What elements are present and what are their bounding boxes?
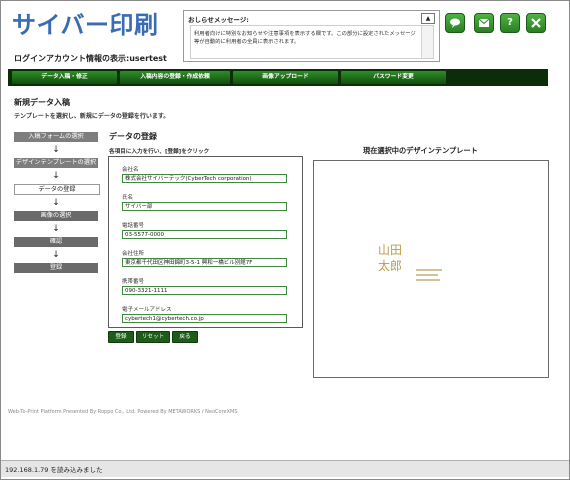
company-address-label: 会社住所 <box>122 251 145 257</box>
template-preview: 山田 太郎 <box>313 160 549 378</box>
notice-message-box: 利用者向けに特別なお知らせや注意事項を表示する欄です。この部分に設定されたメッセ… <box>190 25 434 59</box>
notice-message: 利用者向けに特別なお知らせや注意事項を表示する欄です。この部分に設定されたメッセ… <box>194 31 416 45</box>
step-image-select: 画像の選択 <box>14 211 98 221</box>
notice-panel: おしらせメッセージ: ▲ 利用者向けに特別なお知らせや注意事項を表示する欄です。… <box>183 10 440 62</box>
email-label: 電子メールアドレス <box>122 307 172 313</box>
step-finish: 登録 <box>14 263 98 273</box>
card-detail-lines <box>416 279 440 281</box>
step-confirm: 確認 <box>14 237 98 247</box>
status-bar: 192.168.1.79 を読み込みました <box>1 460 569 477</box>
svg-text:太郎: 太郎 <box>378 258 402 273</box>
phone-field[interactable]: 03-5577-0000 <box>122 230 287 239</box>
svg-text:山田: 山田 <box>378 243 402 257</box>
card-detail-lines <box>416 269 442 271</box>
mobile-label: 携帯番号 <box>122 279 145 285</box>
account-info: ログインアカウント情報の表示:usertest <box>14 54 167 63</box>
company-address-field[interactable]: 東京都千代田区神田錦町3-5-1 興和一橋ビル別館7F <box>122 258 287 267</box>
submit-button[interactable]: 登録 <box>108 331 134 343</box>
company-name-label: 会社名 <box>122 167 139 173</box>
page-description: テンプレートを選択し、新規にデータの登録を行います。 <box>14 113 170 120</box>
data-entry-form: 会社名 株式会社サイバーテック(CyberTech corporation) 氏… <box>108 156 303 328</box>
person-name-label: 氏名 <box>122 195 134 201</box>
step-data-register: データの登録 <box>14 184 100 195</box>
mobile-field[interactable]: 090-3321-1111 <box>122 286 287 295</box>
back-button[interactable]: 戻る <box>172 331 198 343</box>
preview-title: 現在選択中のデザインテンプレート <box>363 146 478 155</box>
help-icon[interactable]: ? <box>500 13 520 33</box>
business-card-graphic: 山田 太郎 <box>374 238 404 278</box>
form-title: データの登録 <box>109 132 157 141</box>
card-detail-lines <box>416 274 438 276</box>
chat-icon[interactable] <box>445 13 465 33</box>
step-arrow: ↓ <box>52 224 60 234</box>
page-title: 新規データ入稿 <box>14 98 70 107</box>
step-arrow: ↓ <box>52 145 60 155</box>
status-text: 192.168.1.79 を読み込みました <box>5 466 103 474</box>
phone-label: 電話番号 <box>122 223 145 229</box>
footer-credit: Web-To-Print Platform Presented By Roppo… <box>8 409 238 415</box>
notice-title: おしらせメッセージ: <box>188 16 249 24</box>
nav-register-request[interactable]: 入稿内容の登録・作成依頼 <box>120 71 230 84</box>
close-icon[interactable] <box>526 13 546 33</box>
nav-password-change[interactable]: パスワード変更 <box>341 71 446 84</box>
header: サイバー印刷 ログインアカウント情報の表示:usertest おしらせメッセージ… <box>0 0 570 66</box>
notice-collapse-button[interactable]: ▲ <box>421 13 435 24</box>
email-field[interactable]: cybertech1@cybertech.co.jp <box>122 314 287 323</box>
notice-scrollbar[interactable] <box>421 26 433 58</box>
nav-image-upload[interactable]: 画像アップロード <box>233 71 338 84</box>
step-arrow: ↓ <box>52 171 60 181</box>
form-instruction: 各項目に入力を行い、[登録]をクリック <box>109 149 210 155</box>
person-name-field[interactable]: サイバー部 <box>122 202 287 211</box>
company-name-field[interactable]: 株式会社サイバーテック(CyberTech corporation) <box>122 174 287 183</box>
step-arrow: ↓ <box>52 250 60 260</box>
app-logo[interactable]: サイバー印刷 <box>12 5 159 40</box>
step-template-select: デザインテンプレートの選択 <box>14 158 98 168</box>
reset-button[interactable]: リセット <box>136 331 170 343</box>
step-arrow: ↓ <box>52 198 60 208</box>
step-form-select: 入稿フォームの選択 <box>14 132 98 142</box>
nav-data-submit[interactable]: データ入稿・修正 <box>12 71 117 84</box>
mail-icon[interactable] <box>474 13 494 33</box>
main-nav: データ入稿・修正 入稿内容の登録・作成依頼 画像アップロード パスワード変更 <box>8 69 548 86</box>
step-list: 入稿フォームの選択 ↓ デザインテンプレートの選択 ↓ データの登録 ↓ 画像の… <box>14 132 100 273</box>
